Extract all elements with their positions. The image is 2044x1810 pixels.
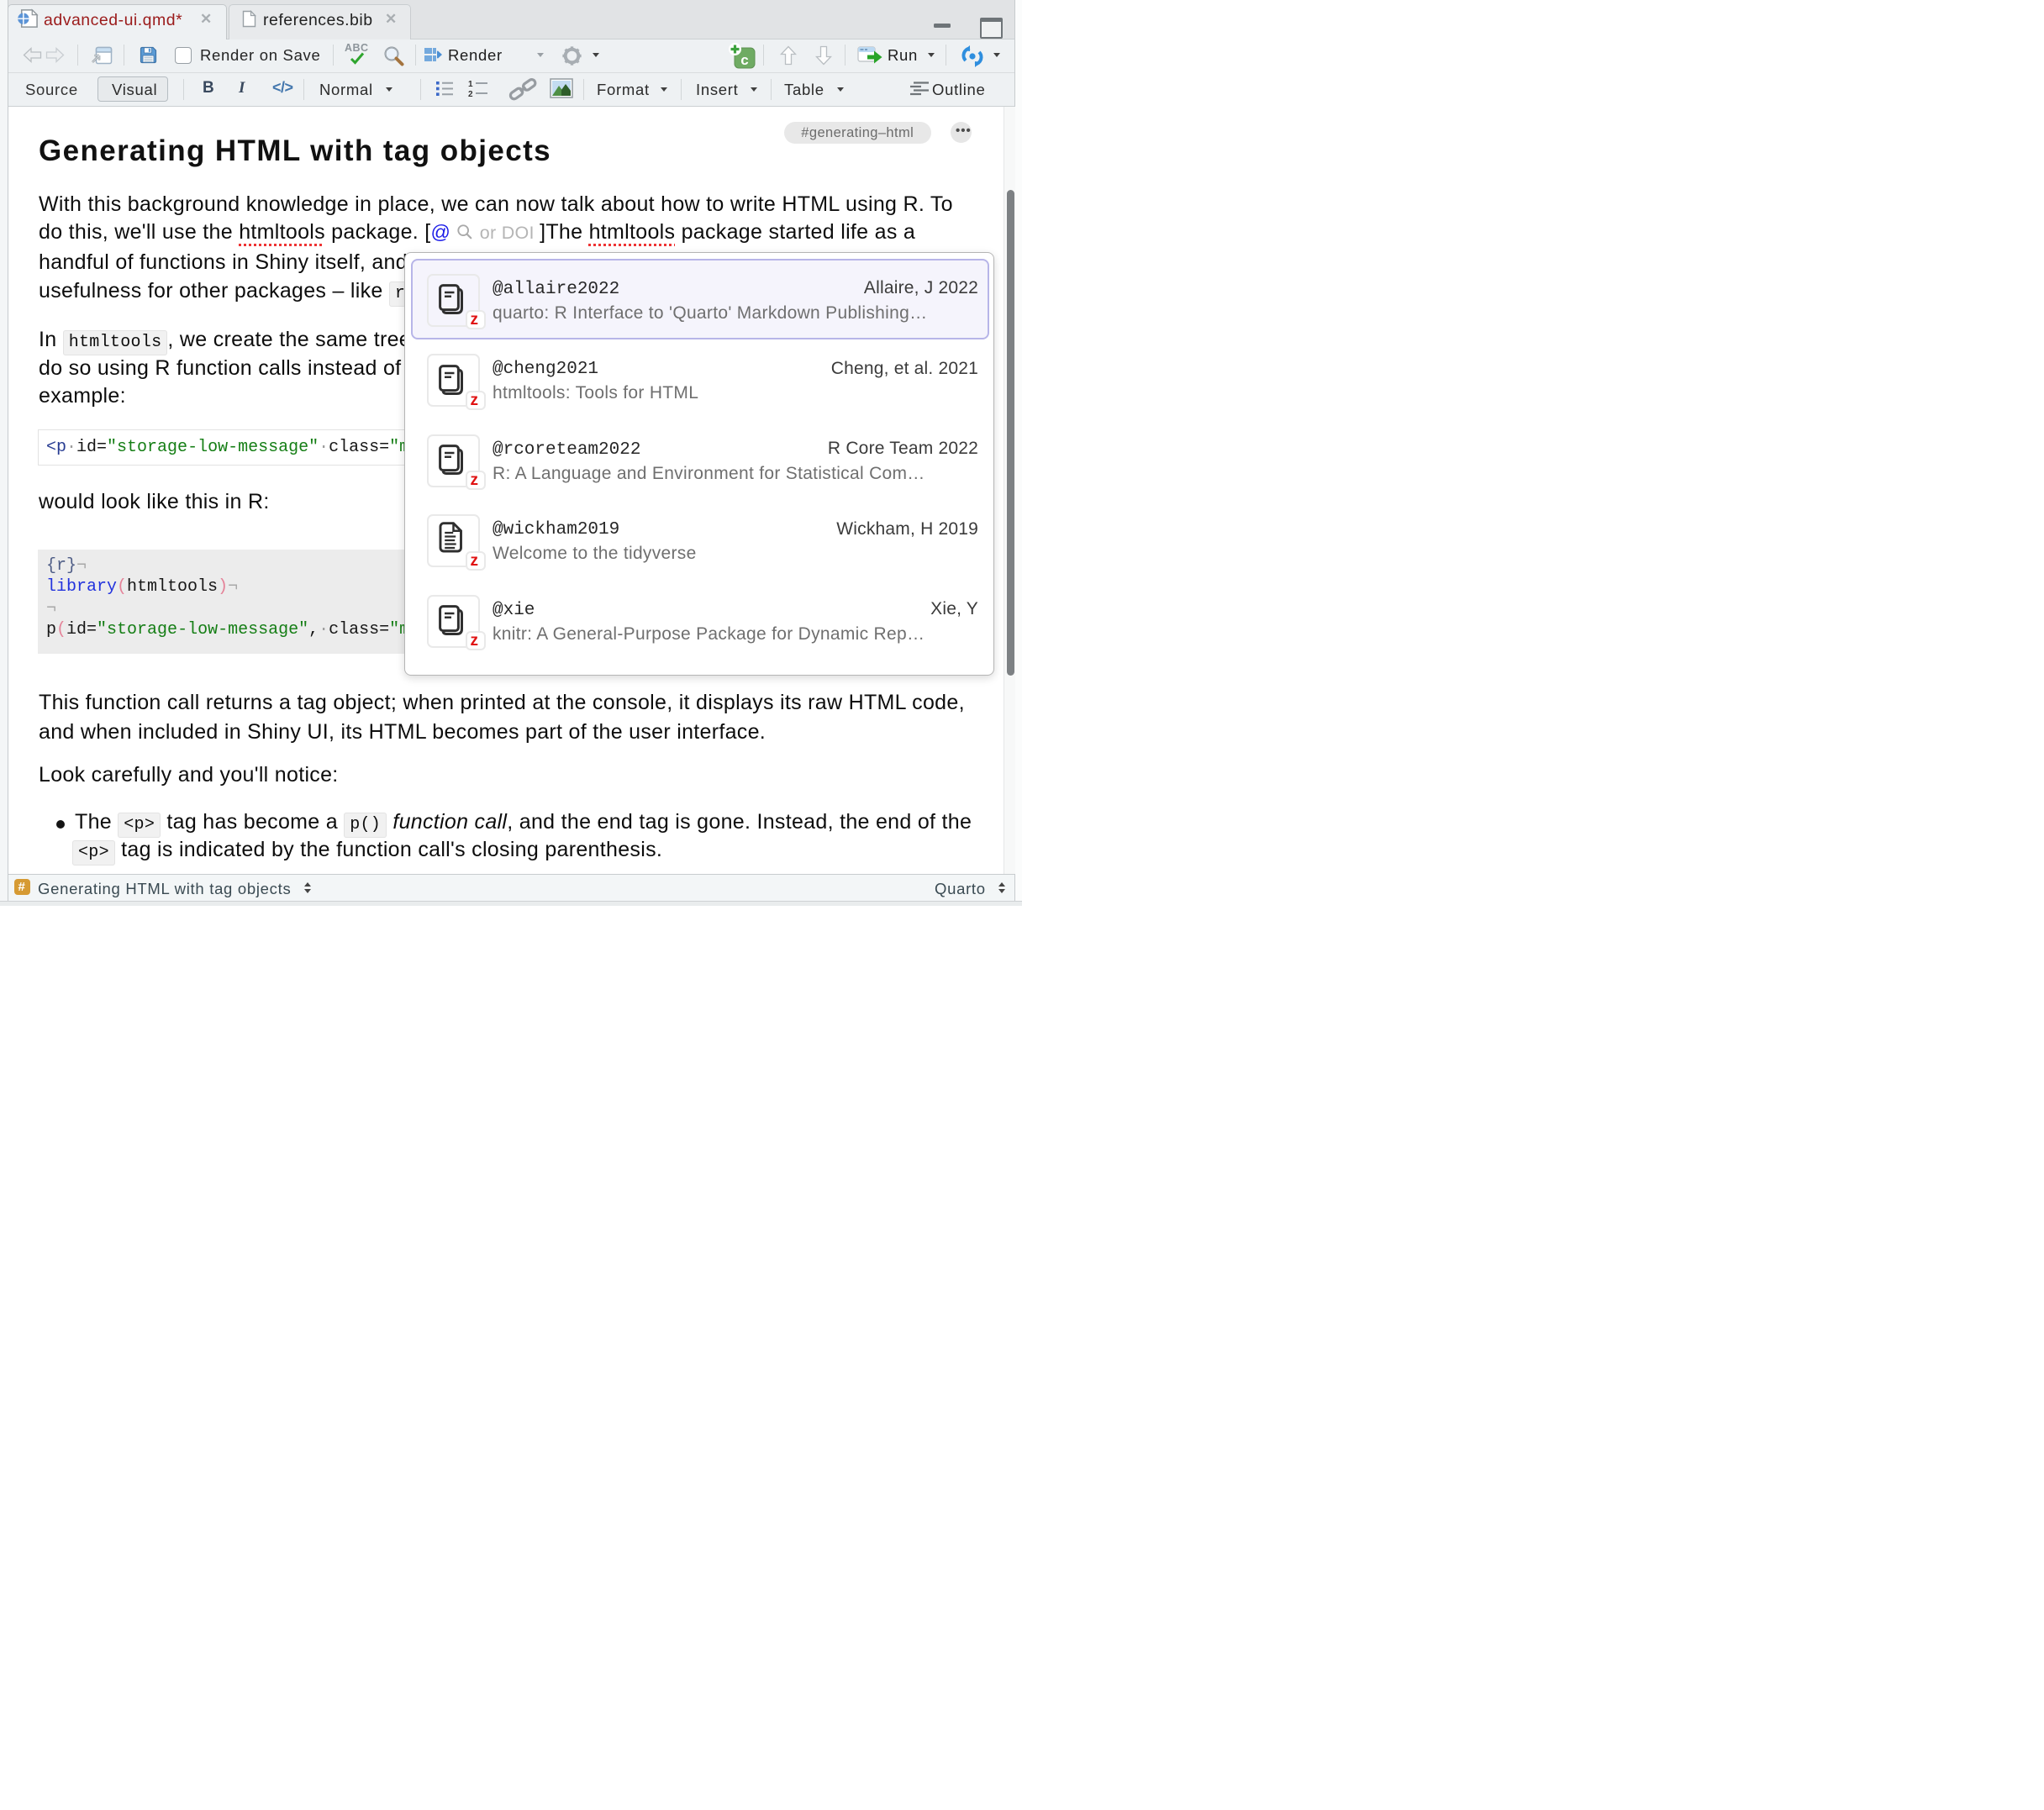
svg-text:1: 1: [468, 80, 473, 89]
svg-text:2: 2: [468, 90, 473, 98]
svg-text:c: c: [740, 52, 748, 68]
